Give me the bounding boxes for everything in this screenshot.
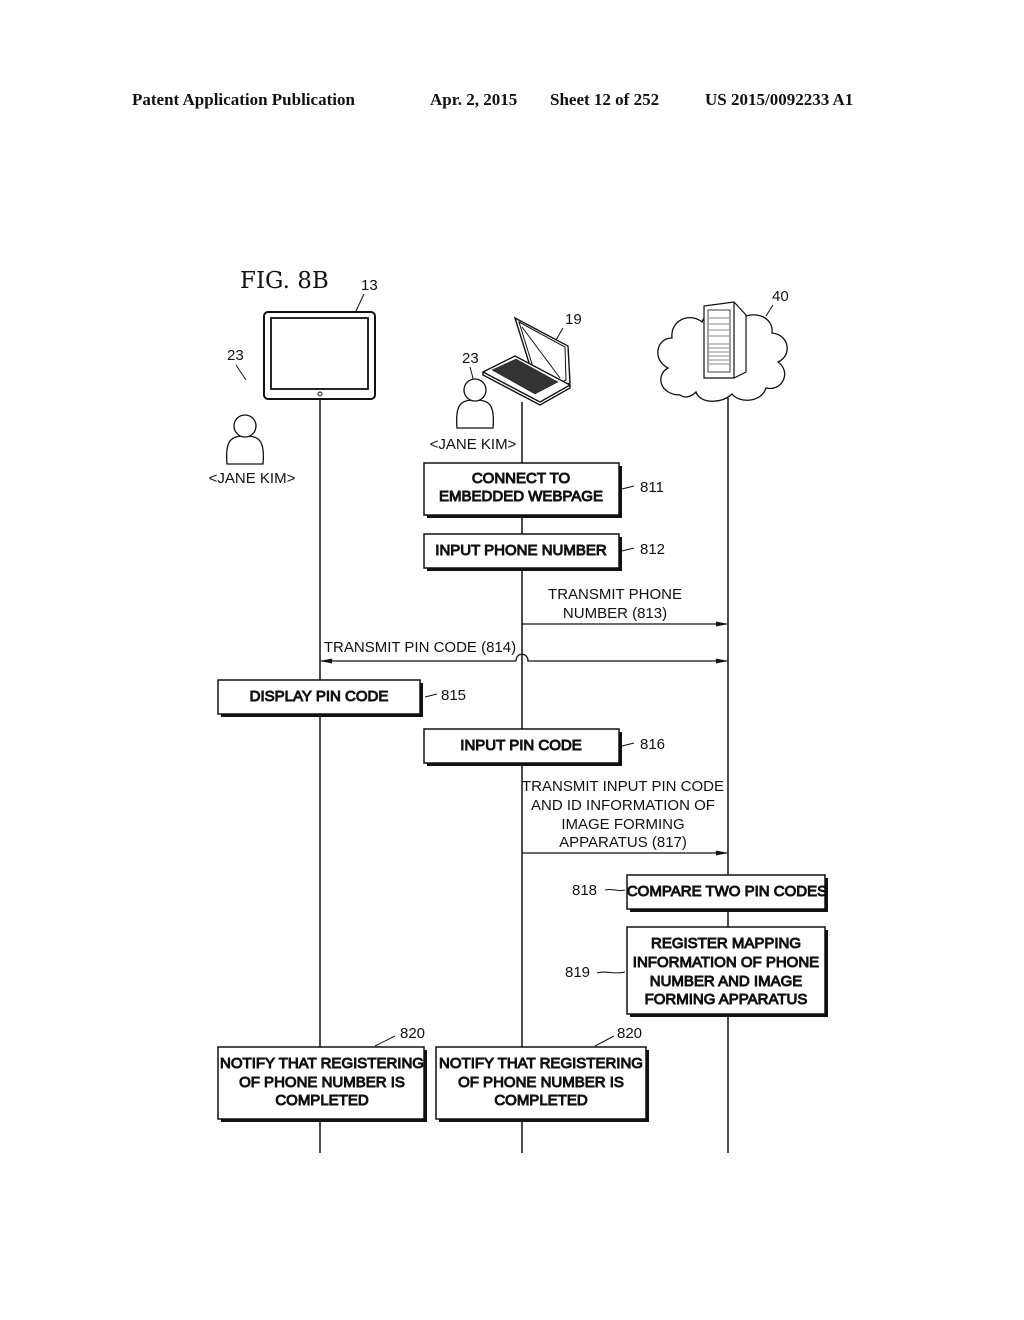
ref-user-left: 23	[227, 347, 244, 364]
step-812-line-1: INPUT PHONE NUMBER	[435, 542, 607, 559]
step-819-line-1: REGISTER MAPPING	[651, 935, 801, 952]
step-816-line-1: INPUT PIN CODE	[460, 737, 581, 754]
ref-812: 812	[640, 541, 665, 558]
step-820-laptop-box: NOTIFY THAT REGISTERING OF PHONE NUMBER …	[435, 1046, 649, 1122]
step-815-box: DISPLAY PIN CODE	[217, 679, 423, 717]
laptop-icon	[481, 316, 572, 406]
step-820-tablet-line-3: COMPLETED	[275, 1092, 369, 1109]
user-icon	[225, 414, 265, 465]
step-812-box: INPUT PHONE NUMBER	[423, 533, 622, 571]
ref-820-laptop: 820	[617, 1025, 642, 1042]
step-811-line-1: CONNECT TO	[472, 470, 570, 487]
ref-tablet: 13	[361, 277, 378, 294]
message-813: TRANSMIT PHONE NUMBER (813)	[522, 586, 728, 627]
ref-811: 811	[640, 479, 664, 496]
step-820-tablet-box: NOTIFY THAT REGISTERING OF PHONE NUMBER …	[217, 1046, 427, 1122]
step-819-box: REGISTER MAPPING INFORMATION OF PHONE NU…	[626, 926, 828, 1017]
message-813-line-1: TRANSMIT PHONE	[548, 586, 682, 603]
message-817-line-2: AND ID INFORMATION OF	[531, 797, 715, 814]
message-814: TRANSMIT PIN CODE (814)	[320, 639, 728, 664]
step-819-line-3: NUMBER AND IMAGE	[650, 973, 803, 990]
message-817: TRANSMIT INPUT PIN CODE AND ID INFORMATI…	[522, 778, 728, 856]
step-818-line-1: COMPARE TWO PIN CODES	[627, 883, 827, 900]
step-819-line-2: INFORMATION OF PHONE	[633, 954, 819, 971]
ref-laptop: 19	[565, 311, 582, 328]
arrow-814-to-server	[515, 653, 728, 664]
user-icon	[455, 378, 495, 429]
step-819-line-4: FORMING APPARATUS	[645, 991, 808, 1008]
sequence-diagram: FIG. 8B 13 23 <JANE KIM> 19 23 <JANE KIM…	[209, 268, 828, 1153]
message-813-line-2: NUMBER (813)	[563, 605, 667, 622]
user-mid-name: <JANE KIM>	[430, 436, 517, 453]
message-817-line-1: TRANSMIT INPUT PIN CODE	[522, 778, 724, 795]
tablet-icon	[263, 311, 376, 400]
message-817-line-3: IMAGE FORMING	[561, 816, 684, 833]
step-815-line-1: DISPLAY PIN CODE	[250, 688, 389, 705]
user-left-name: <JANE KIM>	[209, 470, 296, 487]
step-818-box: COMPARE TWO PIN CODES	[626, 874, 828, 912]
step-820-laptop-line-2: OF PHONE NUMBER IS	[458, 1074, 624, 1091]
step-816-box: INPUT PIN CODE	[423, 728, 622, 766]
message-814-line-1: TRANSMIT PIN CODE (814)	[324, 639, 516, 656]
ref-818: 818	[572, 882, 597, 899]
step-811-line-2: EMBEDDED WEBPAGE	[439, 488, 603, 505]
ref-815: 815	[441, 687, 466, 704]
server-icon	[703, 301, 747, 379]
ref-819: 819	[565, 964, 590, 981]
figure-title: FIG. 8B	[240, 268, 329, 294]
step-820-laptop-line-1: NOTIFY THAT REGISTERING	[439, 1055, 643, 1072]
ref-816: 816	[640, 736, 665, 753]
step-820-laptop-line-3: COMPLETED	[494, 1092, 588, 1109]
ref-user-mid: 23	[462, 350, 479, 367]
ref-server: 40	[772, 288, 789, 305]
message-817-line-4: APPARATUS (817)	[559, 834, 687, 851]
step-811-box: CONNECT TO EMBEDDED WEBPAGE	[423, 462, 622, 518]
step-820-tablet-line-2: OF PHONE NUMBER IS	[239, 1074, 405, 1091]
step-820-tablet-line-1: NOTIFY THAT REGISTERING	[220, 1055, 424, 1072]
ref-820-tablet: 820	[400, 1025, 425, 1042]
